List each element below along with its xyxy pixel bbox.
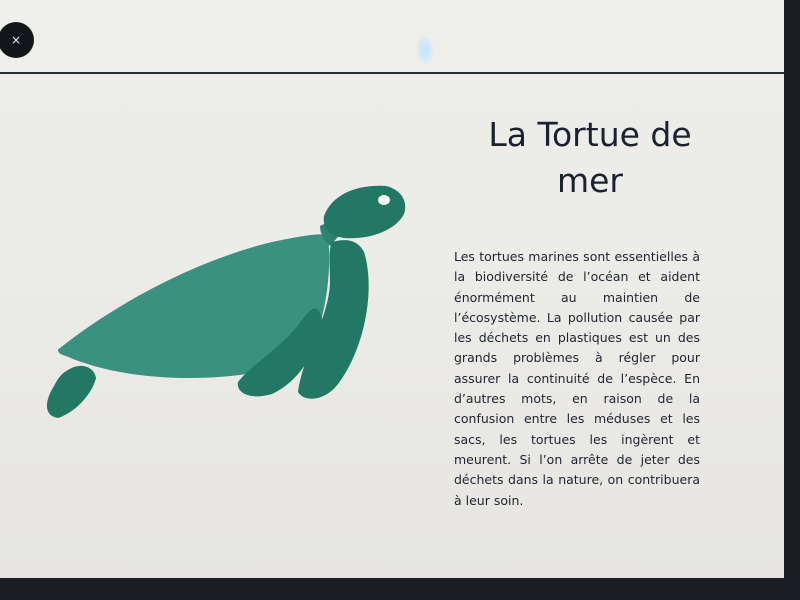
top-bar: × [0, 0, 784, 74]
screen-glare [416, 36, 434, 64]
turtle-head [323, 185, 406, 239]
close-icon: × [10, 33, 22, 47]
turtle-rear-flipper [46, 365, 96, 418]
turtle-eye [378, 195, 390, 205]
sea-turtle-icon [46, 185, 406, 418]
app-screen: × La Tortue de mer Les tortues marines s… [0, 0, 784, 578]
title-line-2: mer [556, 161, 624, 200]
page-title: La Tortue de mer [440, 112, 740, 204]
close-button[interactable]: × [0, 22, 34, 58]
title-line-1: La Tortue de [488, 115, 692, 154]
article-body: Les tortues marines sont essentielles à … [454, 249, 700, 508]
